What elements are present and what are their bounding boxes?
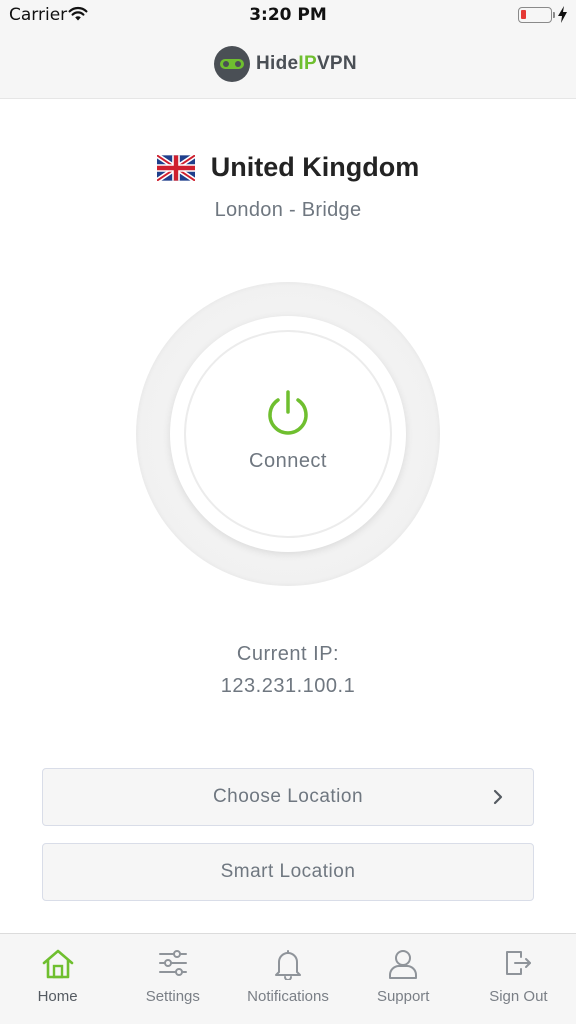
status-bar: Carrier 3:20 PM bbox=[0, 0, 576, 32]
tab-label: Home bbox=[37, 988, 78, 1005]
tab-sign-out[interactable]: Sign Out bbox=[461, 934, 576, 1024]
app-header: HideIPVPN bbox=[0, 32, 576, 99]
current-ip-label: Current IP: bbox=[236, 643, 340, 665]
brand-logo: HideIPVPN bbox=[214, 46, 357, 82]
tab-label: Support bbox=[376, 988, 430, 1005]
tab-settings[interactable]: Settings bbox=[115, 934, 230, 1024]
tab-home[interactable]: Home bbox=[0, 934, 115, 1024]
choose-location-label: Choose Location bbox=[212, 786, 364, 807]
country-name: United Kingdom bbox=[210, 152, 420, 182]
choose-location-button[interactable]: Choose Location bbox=[42, 768, 534, 826]
chevron-right-icon bbox=[493, 789, 503, 805]
smart-location-label: Smart Location bbox=[220, 861, 356, 882]
bell-icon bbox=[275, 950, 301, 980]
server-name: London - Bridge bbox=[214, 199, 362, 221]
power-icon bbox=[268, 390, 308, 435]
connect-button[interactable]: Connect bbox=[170, 316, 406, 552]
status-time: 3:20 PM bbox=[249, 5, 327, 25]
brand-wordmark: HideIPVPN bbox=[256, 53, 357, 74]
battery-icon bbox=[518, 7, 555, 23]
selected-country: United Kingdom bbox=[0, 152, 576, 183]
tab-support[interactable]: Support bbox=[346, 934, 461, 1024]
tab-label: Sign Out bbox=[489, 988, 548, 1005]
home-icon bbox=[42, 949, 73, 979]
tab-label: Settings bbox=[145, 988, 200, 1005]
user-icon bbox=[389, 950, 418, 979]
connect-label: Connect bbox=[249, 450, 327, 472]
uk-flag-icon bbox=[156, 154, 195, 181]
sliders-icon bbox=[158, 950, 187, 976]
ninja-logo-icon bbox=[214, 46, 250, 82]
smart-location-button[interactable]: Smart Location bbox=[42, 843, 534, 901]
charging-bolt-icon bbox=[558, 6, 567, 27]
tab-label: Notifications bbox=[247, 988, 329, 1005]
tab-notifications[interactable]: Notifications bbox=[230, 934, 345, 1024]
current-ip-value: 123.231.100.1 bbox=[220, 675, 356, 697]
tab-bar: Home Settings Notifications Support Sign… bbox=[0, 933, 576, 1024]
sign-out-icon bbox=[506, 951, 532, 975]
